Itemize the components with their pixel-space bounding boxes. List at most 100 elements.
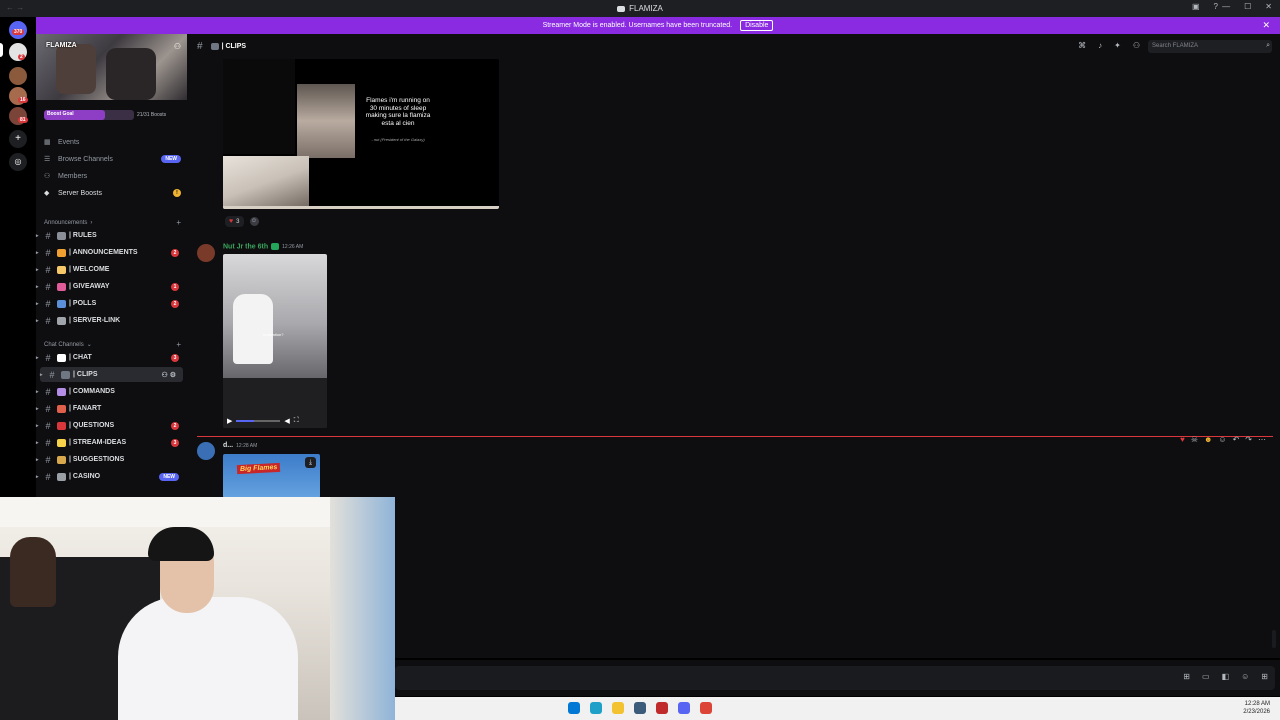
channel-emoji-icon	[57, 455, 66, 464]
channel-item[interactable]: ▸ # | SUGGESTIONS	[36, 452, 183, 467]
close-window-button[interactable]: ✕	[1265, 2, 1272, 11]
server-unread-badge: 81	[18, 117, 28, 123]
create-channel-icon[interactable]: +	[176, 218, 181, 227]
reaction-count: 3	[236, 218, 240, 225]
server-icon[interactable]	[9, 67, 27, 85]
channel-item[interactable]: ▸ # | RULES	[36, 228, 183, 243]
nav-events[interactable]: ▦ Events	[44, 135, 181, 149]
play-icon[interactable]: ▶	[227, 417, 232, 425]
nav-label: Members	[58, 172, 88, 180]
message-composer: ⊞ ▭ ◧ ☺ ⊞	[395, 660, 1280, 696]
explore-servers-icon[interactable]: ◎	[9, 153, 27, 171]
discord-window: ← → FLAMIZA ▣ ? — ☐ ✕ Streamer Mode is e…	[0, 0, 1280, 720]
fullscreen-icon[interactable]: ⛶	[294, 417, 299, 425]
heart-reaction-icon[interactable]: ♥	[1180, 435, 1185, 444]
discord-icon[interactable]	[678, 702, 690, 714]
message-input[interactable]	[395, 666, 1275, 690]
close-banner-icon[interactable]: ✕	[1262, 20, 1270, 31]
author-name[interactable]: Nut Jr the 6th	[223, 243, 268, 250]
heart-reaction[interactable]: ♥ 3	[225, 216, 244, 227]
category-announcements[interactable]: Announcements › +	[44, 218, 181, 227]
pinned-icon[interactable]: ✦	[1114, 41, 1121, 50]
search-input[interactable]: Search FLAMIZA	[1148, 40, 1272, 53]
invite-people-icon[interactable]: ⚇	[174, 42, 181, 51]
chevron-down-icon: ⌄	[86, 342, 92, 348]
server-name[interactable]: FLAMIZA	[46, 42, 77, 49]
server-banner[interactable]: FLAMIZA ⚇	[36, 34, 187, 100]
avatar[interactable]	[197, 442, 215, 460]
channel-item[interactable]: ▸ # | COMMANDS	[36, 384, 183, 399]
disable-streamer-mode-button[interactable]: Disable	[740, 20, 774, 31]
banner-image-person	[106, 48, 156, 100]
start-icon[interactable]	[568, 702, 580, 714]
add-reaction-icon[interactable]: ☺	[249, 217, 259, 226]
nav-server-boosts[interactable]: ◆ Server Boosts !	[44, 186, 181, 200]
members-list-icon[interactable]: ⚇	[1133, 41, 1140, 50]
channel-item[interactable]: ▸ # | QUESTIONS 2	[36, 418, 183, 433]
channel-item[interactable]: ▸ # | SERVER-LINK	[36, 313, 183, 328]
avatar[interactable]	[197, 244, 215, 262]
image-attachment[interactable]: Big Flames ⤓	[223, 454, 320, 498]
channel-item[interactable]: ▸ # | CHAT 3	[36, 350, 183, 365]
nav-members[interactable]: ⚇ Members	[44, 169, 181, 183]
channel-emoji-icon	[210, 42, 219, 50]
channel-emoji-icon	[57, 421, 66, 430]
app-icon[interactable]	[656, 702, 668, 714]
channel-hash-icon: #	[45, 454, 51, 465]
webcam-streamer-cap	[148, 527, 214, 561]
gift-icon[interactable]: ⊞	[1183, 672, 1190, 681]
channel-item[interactable]: ▸ # | GIVEAWAY 1	[36, 279, 183, 294]
maximize-button[interactable]: ☐	[1244, 2, 1251, 11]
invite-icon[interactable]: ⚇	[161, 372, 169, 379]
taskbar-clock[interactable]: 12:28 AM 2/23/2026	[1243, 700, 1270, 716]
clip-image	[297, 84, 355, 158]
help-icon[interactable]: ?	[1214, 2, 1218, 11]
inbox-icon[interactable]: ▣	[1192, 2, 1200, 11]
calculator-icon[interactable]	[634, 702, 646, 714]
boost-goal[interactable]: Boost Goal 21/31 Boosts	[44, 109, 177, 120]
category-chat-channels[interactable]: Chat Channels ⌄ +	[44, 340, 181, 349]
nav-browse-channels[interactable]: ☰ Browse Channels NEW	[44, 152, 181, 166]
add-server-icon[interactable]: +	[9, 130, 27, 148]
edge-icon[interactable]	[590, 702, 602, 714]
image-title: Big Flames	[236, 462, 281, 475]
grin-reaction-icon[interactable]: ☻	[1204, 435, 1212, 444]
channel-item[interactable]: ▸ # | FANART	[36, 401, 183, 416]
video-subtitle: motivation?	[263, 332, 284, 337]
more-icon[interactable]: ⋯	[1258, 435, 1266, 444]
download-icon[interactable]: ⤓	[305, 457, 316, 468]
author-name[interactable]: d...	[223, 442, 233, 449]
back-forward-icon[interactable]: ← →	[6, 3, 24, 12]
video-progress[interactable]	[236, 420, 281, 422]
create-channel-icon[interactable]: +	[176, 340, 181, 349]
search-icon[interactable]: ⌕	[1266, 42, 1270, 50]
sticker-icon[interactable]: ◧	[1222, 672, 1230, 681]
video-attachment[interactable]: motivation? ▶ ◀ ⛶	[223, 254, 327, 428]
boost-goal-label: Boost Goal	[47, 110, 74, 117]
channel-item[interactable]: ▸ # | ANNOUNCEMENTS 2	[36, 245, 183, 260]
forward-icon[interactable]: ↷	[1245, 435, 1252, 444]
file-explorer-icon[interactable]	[612, 702, 624, 714]
emoji-icon[interactable]: ☺	[1241, 672, 1249, 681]
add-reaction-icon[interactable]: ☺	[1218, 435, 1226, 444]
skull-reaction-icon[interactable]: ☠	[1191, 435, 1198, 444]
message-scrollbar[interactable]	[1272, 630, 1276, 648]
heart-icon: ♥	[229, 218, 234, 225]
webcam-person-background	[10, 537, 56, 607]
channel-item[interactable]: ▸ # | CASINO NEW	[36, 469, 183, 484]
gif-icon[interactable]: ▭	[1202, 672, 1210, 681]
channel-item[interactable]: ▸ # | CLIPS ⚇⚙	[40, 367, 183, 382]
channel-item[interactable]: ▸ # | POLLS 2	[36, 296, 183, 311]
notification-bell-icon[interactable]: ♪	[1098, 41, 1102, 50]
reply-icon[interactable]: ↶	[1233, 435, 1240, 444]
clip-attachment[interactable]: Flames i'm running on 30 minutes of slee…	[223, 59, 499, 209]
threads-icon[interactable]: ⌘	[1078, 41, 1086, 50]
channel-item[interactable]: ▸ # | WELCOME	[36, 262, 183, 277]
channel-item[interactable]: ▸ # | STREAM-IDEAS 3	[36, 435, 183, 450]
minimize-button[interactable]: —	[1222, 2, 1230, 11]
channel-emoji-icon	[57, 248, 66, 257]
volume-icon[interactable]: ◀	[284, 417, 289, 425]
chrome-icon[interactable]	[700, 702, 712, 714]
gear-icon[interactable]: ⚙	[170, 372, 178, 379]
apps-icon[interactable]: ⊞	[1261, 672, 1268, 681]
